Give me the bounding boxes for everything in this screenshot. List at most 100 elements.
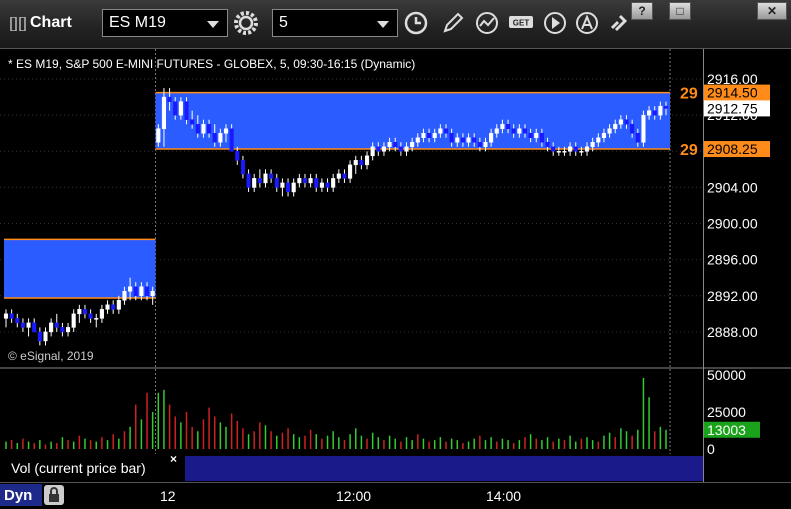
candle-body-down [60, 327, 65, 333]
candle-body-down [167, 96, 172, 102]
candle-body-down [133, 286, 138, 297]
drag-handle-icon[interactable] [10, 17, 28, 31]
alerts-button[interactable] [574, 10, 600, 36]
candle [331, 173, 336, 192]
price-axis[interactable]: 2916.002912.002908.002904.002900.002896.… [703, 49, 791, 367]
candle-body-up [489, 132, 494, 143]
chart-window: Chart ES M19 5 GET ? □ ✕ 29 29 2916.00 2… [0, 0, 791, 509]
volume-tick-label: 25000 [707, 404, 746, 420]
chevron-down-icon [377, 21, 389, 28]
candle-body-up [455, 137, 460, 143]
symbol-select[interactable]: ES M19 [102, 9, 228, 37]
svg-text:GET: GET [513, 19, 530, 28]
volume-pane[interactable] [0, 369, 703, 454]
price-marker-text: 2912.75 [707, 100, 758, 116]
lock-button[interactable] [44, 485, 64, 505]
volume-study-label[interactable]: Vol (current price bar) [3, 455, 181, 482]
candle-body-up [658, 105, 663, 116]
candle-body-down [15, 318, 20, 324]
candle [274, 173, 279, 192]
candle-body-down [477, 142, 482, 148]
price-tick-label: 2900.00 [707, 216, 758, 232]
candle-body-up [381, 146, 386, 152]
candle-body-down [229, 128, 234, 152]
candle [240, 155, 245, 179]
price-marker: 2914.50 [704, 84, 770, 101]
studies-button[interactable] [474, 10, 500, 36]
candle-body-down [427, 132, 432, 139]
price-marker-text: 2908.25 [707, 141, 758, 157]
get-data-button[interactable]: GET [508, 10, 536, 36]
candle-body-up [348, 164, 353, 179]
candle [105, 300, 110, 314]
volume-chart [5, 369, 671, 454]
candle [641, 110, 646, 147]
candle-body-down [286, 182, 291, 193]
candle [302, 173, 308, 188]
time-template-button[interactable] [403, 10, 429, 36]
candle-body-up [568, 146, 573, 152]
candle [82, 304, 88, 319]
price-axis-scale: 2916.002912.002908.002904.002900.002896.… [704, 71, 770, 340]
candle-body-up [590, 142, 595, 148]
play-icon [544, 12, 566, 34]
pencil-icon [443, 12, 464, 33]
candle-body-up [618, 119, 623, 125]
play-button[interactable] [542, 10, 568, 36]
toolbar: Chart ES M19 5 GET ? □ ✕ [0, 0, 791, 49]
link-button[interactable] [606, 10, 632, 36]
close-window-button[interactable]: ✕ [757, 2, 787, 20]
candle-body-up [601, 132, 606, 139]
price-zone [4, 239, 156, 299]
candle-body-up [99, 309, 104, 319]
candle [71, 309, 76, 332]
candle-body-up [415, 137, 420, 143]
candle-body-down [449, 132, 454, 143]
draw-tools-button[interactable] [440, 10, 466, 36]
candle [37, 327, 42, 346]
time-label-day: 12 [160, 488, 176, 504]
candle-body-down [522, 128, 528, 134]
candle [20, 318, 25, 332]
candle-body-down [398, 146, 403, 152]
time-axis[interactable] [0, 482, 791, 509]
candle-body-up [218, 132, 223, 143]
candle-body-up [139, 286, 144, 297]
candle-body-up [353, 160, 358, 166]
candle-body-down [539, 132, 544, 143]
candle [43, 327, 48, 346]
candle-body-down [54, 322, 59, 328]
candle-body-down [20, 322, 25, 328]
candle [257, 169, 262, 188]
candle-body-up [105, 304, 110, 310]
dynamic-mode-button[interactable]: Dyn [0, 484, 42, 506]
maximize-button[interactable]: □ [669, 2, 691, 20]
candle-body-down [274, 178, 279, 188]
close-study-icon[interactable]: × [170, 452, 177, 466]
candle-body-up [364, 155, 370, 166]
candle-body-up [122, 291, 127, 301]
candle-body-up [26, 322, 31, 328]
candle-body-down [111, 304, 116, 310]
price-pane[interactable]: 29 29 [0, 49, 703, 367]
price-chart[interactable]: 29 29 [0, 49, 703, 367]
help-button[interactable]: ? [631, 2, 653, 20]
interval-select[interactable]: 5 [272, 9, 398, 37]
time-label-1400: 14:00 [486, 488, 522, 504]
candle [325, 178, 330, 192]
candle [99, 304, 104, 323]
candle-body-up [178, 101, 183, 116]
candle-body-up [556, 151, 561, 153]
settings-gear-button[interactable] [233, 10, 259, 36]
candle-body-up [77, 309, 82, 315]
candle-body-up [607, 128, 612, 134]
candle-body-down [207, 123, 212, 134]
candle-body-up [66, 327, 71, 333]
volume-marker-text: 13003 [707, 422, 746, 438]
volume-axis[interactable]: 50000 25000 0 13003 [703, 369, 791, 454]
candle [314, 173, 319, 192]
volume-axis-scale: 50000 25000 0 13003 [704, 369, 760, 454]
candle-body-up [494, 128, 499, 134]
alert-a-icon [576, 12, 598, 34]
candle-body-down [460, 137, 465, 143]
